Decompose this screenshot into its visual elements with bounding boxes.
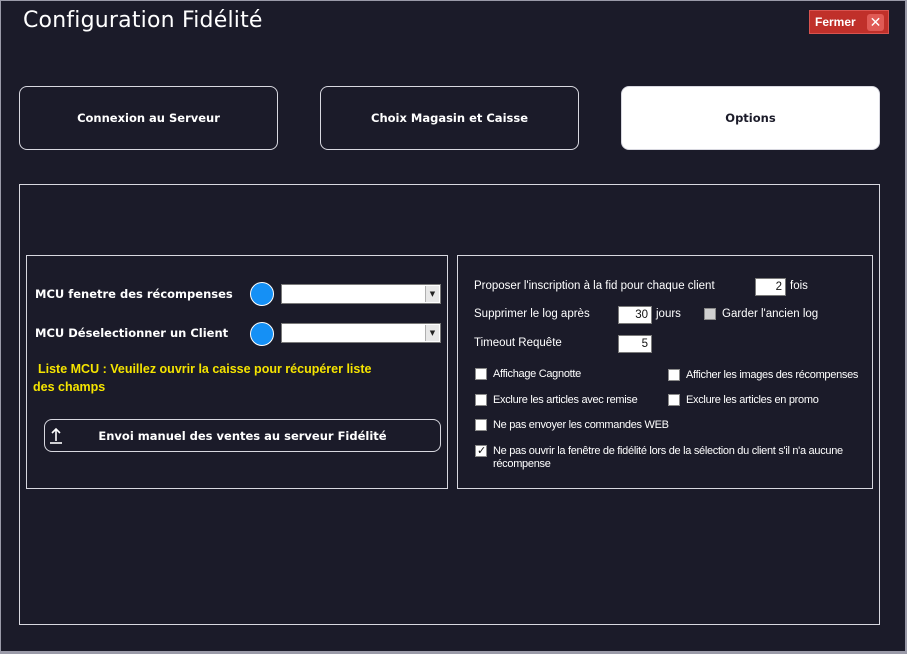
mcu-rewards-label: MCU fenetre des récompenses: [35, 287, 233, 301]
warning-line-1: Liste MCU : Veuillez ouvrir la caisse po…: [38, 362, 372, 376]
tab-server-connection[interactable]: Connexion au Serveur: [19, 86, 278, 150]
timeout-label: Timeout Requête: [474, 337, 562, 349]
timeout-input[interactable]: 5: [618, 335, 652, 353]
propose-count-input[interactable]: 2: [755, 278, 786, 296]
mcu-deselect-color-dot[interactable]: [250, 322, 274, 346]
checkbox-label: Affichage Cagnotte: [493, 368, 581, 380]
chevron-down-icon[interactable]: ▼: [425, 286, 439, 302]
tab-label: Options: [725, 111, 776, 125]
tab-label: Connexion au Serveur: [77, 111, 220, 125]
checkbox-no-web-orders[interactable]: [475, 419, 487, 431]
mcu-rewards-select[interactable]: ▼: [281, 284, 441, 304]
checkbox-label-line-2: récompense: [493, 458, 551, 470]
checkbox-label: Exclure les articles en promo: [686, 394, 819, 406]
checkbox-label-line-1: Ne pas ouvrir la fenêtre de fidélité lor…: [493, 445, 843, 457]
checkbox-show-reward-images[interactable]: [668, 369, 680, 381]
checkbox-label: Afficher les images des récompenses: [686, 369, 859, 381]
chevron-down-icon[interactable]: ▼: [425, 325, 439, 341]
checkbox-show-cagnotte[interactable]: [475, 368, 487, 380]
manual-send-button[interactable]: Envoi manuel des ventes au serveur Fidél…: [44, 419, 441, 452]
tab-options[interactable]: Options: [621, 86, 880, 150]
manual-send-label: Envoi manuel des ventes au serveur Fidél…: [98, 428, 387, 443]
checkbox-label: Exclure les articles avec remise: [493, 394, 638, 406]
x-icon: ✕: [867, 14, 884, 31]
window-title: Configuration Fidélité: [23, 8, 263, 33]
checkbox-exclude-discounted[interactable]: [475, 394, 487, 406]
propose-label: Proposer l'inscription à la fid pour cha…: [474, 280, 715, 292]
checkbox-exclude-promo[interactable]: [668, 394, 680, 406]
delete-log-unit: jours: [656, 308, 681, 320]
mcu-deselect-select[interactable]: ▼: [281, 323, 441, 343]
tab-store-register[interactable]: Choix Magasin et Caisse: [320, 86, 579, 150]
delete-log-days-input[interactable]: 30: [618, 306, 652, 324]
mcu-deselect-label: MCU Déselectionner un Client: [35, 326, 229, 340]
warning-line-2: des champs: [33, 380, 106, 394]
propose-unit: fois: [790, 280, 808, 292]
tab-label: Choix Magasin et Caisse: [371, 111, 528, 125]
keep-log-label: Garder l'ancien log: [722, 308, 819, 320]
close-button[interactable]: Fermer ✕: [809, 10, 889, 34]
close-button-label: Fermer: [815, 15, 856, 29]
checkbox-no-open-without-reward[interactable]: ✓: [475, 444, 487, 457]
checkbox-label: Ne pas envoyer les commandes WEB: [493, 419, 669, 431]
check-icon: ✓: [477, 444, 487, 457]
upload-icon: [50, 427, 62, 444]
mcu-warning-text: Liste MCU : Veuillez ouvrir la caisse po…: [33, 360, 405, 396]
delete-log-label: Supprimer le log après: [474, 308, 590, 320]
mcu-rewards-color-dot[interactable]: [250, 282, 274, 306]
keep-log-checkbox[interactable]: [704, 308, 716, 320]
checkbox-label: Ne pas ouvrir la fenêtre de fidélité lor…: [493, 445, 873, 471]
